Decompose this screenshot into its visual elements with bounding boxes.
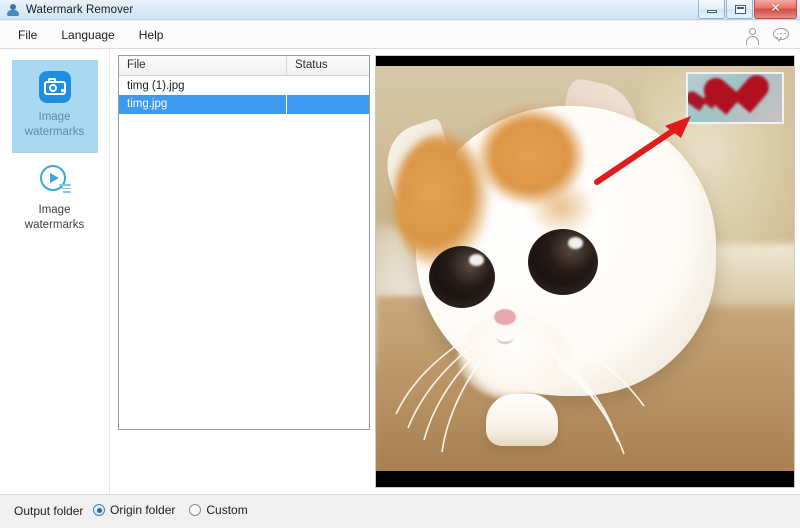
image-preview[interactable]: [375, 55, 795, 488]
sidebar-item-video-watermarks[interactable]: Image watermarks: [12, 153, 98, 246]
minimize-button[interactable]: [698, 0, 725, 19]
red-arrow-annotation: [594, 116, 691, 185]
table-row[interactable]: timg (1).jpg: [119, 76, 369, 95]
radio-dot-icon: [93, 504, 105, 516]
menu-bar: File Language Help: [0, 21, 800, 49]
account-icon[interactable]: [745, 27, 760, 45]
radio-origin-folder[interactable]: Origin folder: [93, 503, 175, 517]
radio-label-origin: Origin folder: [110, 503, 176, 517]
app-user-icon: [6, 3, 20, 17]
main-content: Image watermarks Image watermarks File S…: [0, 49, 800, 528]
sidebar-item-image-watermarks[interactable]: Image watermarks: [11, 60, 98, 153]
sidebar-item-label-video: Image watermarks: [24, 204, 85, 231]
file-list-header: File Status: [119, 56, 369, 76]
feedback-bubble-icon[interactable]: [773, 27, 790, 43]
sidebar: Image watermarks Image watermarks: [0, 49, 110, 494]
menu-item-language[interactable]: Language: [51, 25, 124, 45]
app-window: Watermark Remover ✕ File Language Help I…: [0, 0, 800, 528]
video-icon-wrap: [12, 164, 98, 196]
menu-item-file[interactable]: File: [8, 25, 47, 45]
title-bar: Watermark Remover ✕: [0, 0, 800, 20]
radio-custom-folder[interactable]: Custom: [189, 503, 248, 517]
cell-file-name: timg (1).jpg: [127, 79, 185, 92]
column-header-file[interactable]: File: [119, 56, 287, 75]
camera-icon-wrap: [12, 71, 98, 103]
output-folder-label: Output folder: [14, 504, 84, 518]
column-header-status[interactable]: Status: [287, 56, 369, 75]
cell-file-name: timg.jpg: [119, 95, 287, 114]
menu-item-help[interactable]: Help: [129, 25, 174, 45]
cat-paw: [486, 394, 558, 446]
output-folder-options: Origin folder Custom: [93, 503, 248, 517]
radio-label-custom: Custom: [206, 503, 248, 517]
window-title: Watermark Remover: [26, 3, 134, 16]
watermark-heart-icon: [713, 76, 762, 119]
camera-icon: [38, 71, 71, 103]
close-button[interactable]: ✕: [754, 0, 797, 19]
sidebar-item-label-image: Image watermarks: [24, 111, 85, 138]
cat-orange-patch-cheek: [526, 178, 596, 236]
maximize-button[interactable]: [726, 0, 753, 19]
preview-photo: [376, 66, 794, 471]
cat-eye-right: [528, 229, 598, 295]
status-bar: Output folder Origin folder Custom Conve…: [0, 494, 800, 528]
cat-mouth: [496, 328, 514, 344]
header-icon-group: [745, 21, 790, 49]
close-icon: ✕: [770, 1, 781, 15]
video-play-icon: [39, 164, 71, 196]
table-row[interactable]: timg.jpg: [119, 95, 369, 114]
window-controls: ✕: [698, 0, 800, 20]
radio-dot-icon: [189, 504, 202, 516]
cat-nose: [494, 309, 516, 325]
file-list-panel[interactable]: File Status timg (1).jpg timg.jpg: [118, 55, 370, 430]
cat-muzzle: [458, 314, 570, 400]
cat-eye-left: [429, 246, 495, 308]
